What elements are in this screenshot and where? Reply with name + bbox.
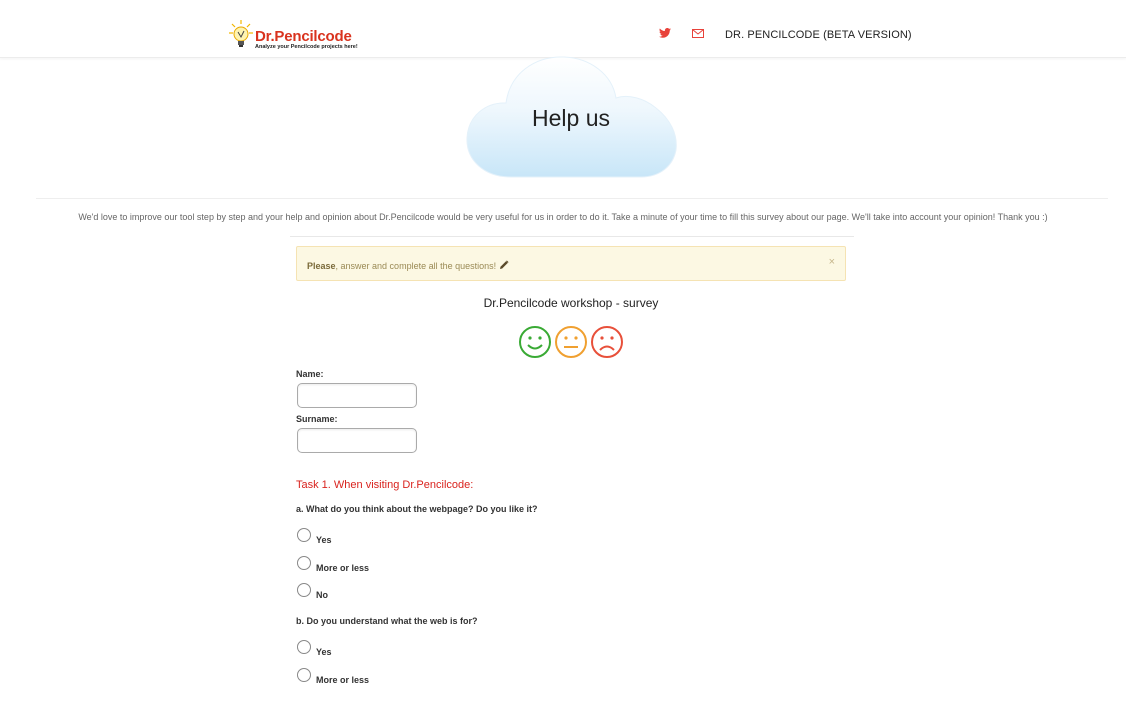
site-title-link[interactable]: DR. PENCILCODE (BETA VERSION) — [725, 29, 912, 41]
sad-face-icon[interactable] — [590, 325, 624, 359]
twitter-icon[interactable] — [659, 28, 671, 38]
name-input[interactable] — [297, 383, 417, 408]
page-title: Help us — [532, 105, 610, 131]
smiley-rating-group — [518, 325, 626, 359]
mail-icon[interactable] — [692, 29, 704, 38]
radio-label-qa-more-or-less: More or less — [316, 563, 370, 573]
divider — [36, 198, 1108, 199]
navbar: Dr.Pencilcode Analyze your Pencilcode pr… — [0, 0, 1126, 58]
surname-input[interactable] — [297, 428, 417, 453]
logo-text: Dr.Pencilcode — [255, 28, 352, 45]
lightbulb-logo-icon — [229, 20, 253, 47]
logo-tagline: Analyze your Pencilcode projects here! — [255, 44, 358, 50]
radio-qb-more-or-less[interactable] — [297, 668, 311, 682]
pencil-icon — [499, 260, 509, 269]
alert-strong-text: Please — [307, 261, 336, 271]
radio-qb-yes[interactable] — [297, 640, 311, 654]
warning-alert: Please, answer and complete all the ques… — [296, 246, 846, 281]
survey-title: Dr.Pencilcode workshop - survey — [483, 296, 659, 310]
task-1-title: Task 1. When visiting Dr.Pencilcode: — [296, 479, 474, 491]
radio-label-qb-more-or-less: More or less — [316, 675, 370, 685]
alert-message: Please, answer and complete all the ques… — [307, 260, 509, 271]
logo[interactable]: Dr.Pencilcode Analyze your Pencilcode pr… — [229, 19, 369, 55]
alert-close-button[interactable]: × — [829, 256, 835, 268]
radio-qa-no[interactable] — [297, 583, 311, 597]
radio-label-qa-yes: Yes — [316, 535, 332, 545]
radio-label-qa-no: No — [316, 590, 328, 600]
divider — [290, 236, 854, 237]
radio-qa-yes[interactable] — [297, 528, 311, 542]
surname-label: Surname: — [296, 414, 338, 424]
radio-qa-more-or-less[interactable] — [297, 556, 311, 570]
intro-text: We'd love to improve our tool step by st… — [78, 212, 1048, 222]
neutral-face-icon[interactable] — [554, 325, 588, 359]
radio-label-qb-yes: Yes — [316, 647, 332, 657]
happy-face-icon[interactable] — [518, 325, 552, 359]
question-b: b. Do you understand what the web is for… — [296, 616, 478, 626]
question-a: a. What do you think about the webpage? … — [296, 504, 538, 514]
name-label: Name: — [296, 369, 324, 379]
alert-body-text: , answer and complete all the questions! — [335, 261, 497, 271]
